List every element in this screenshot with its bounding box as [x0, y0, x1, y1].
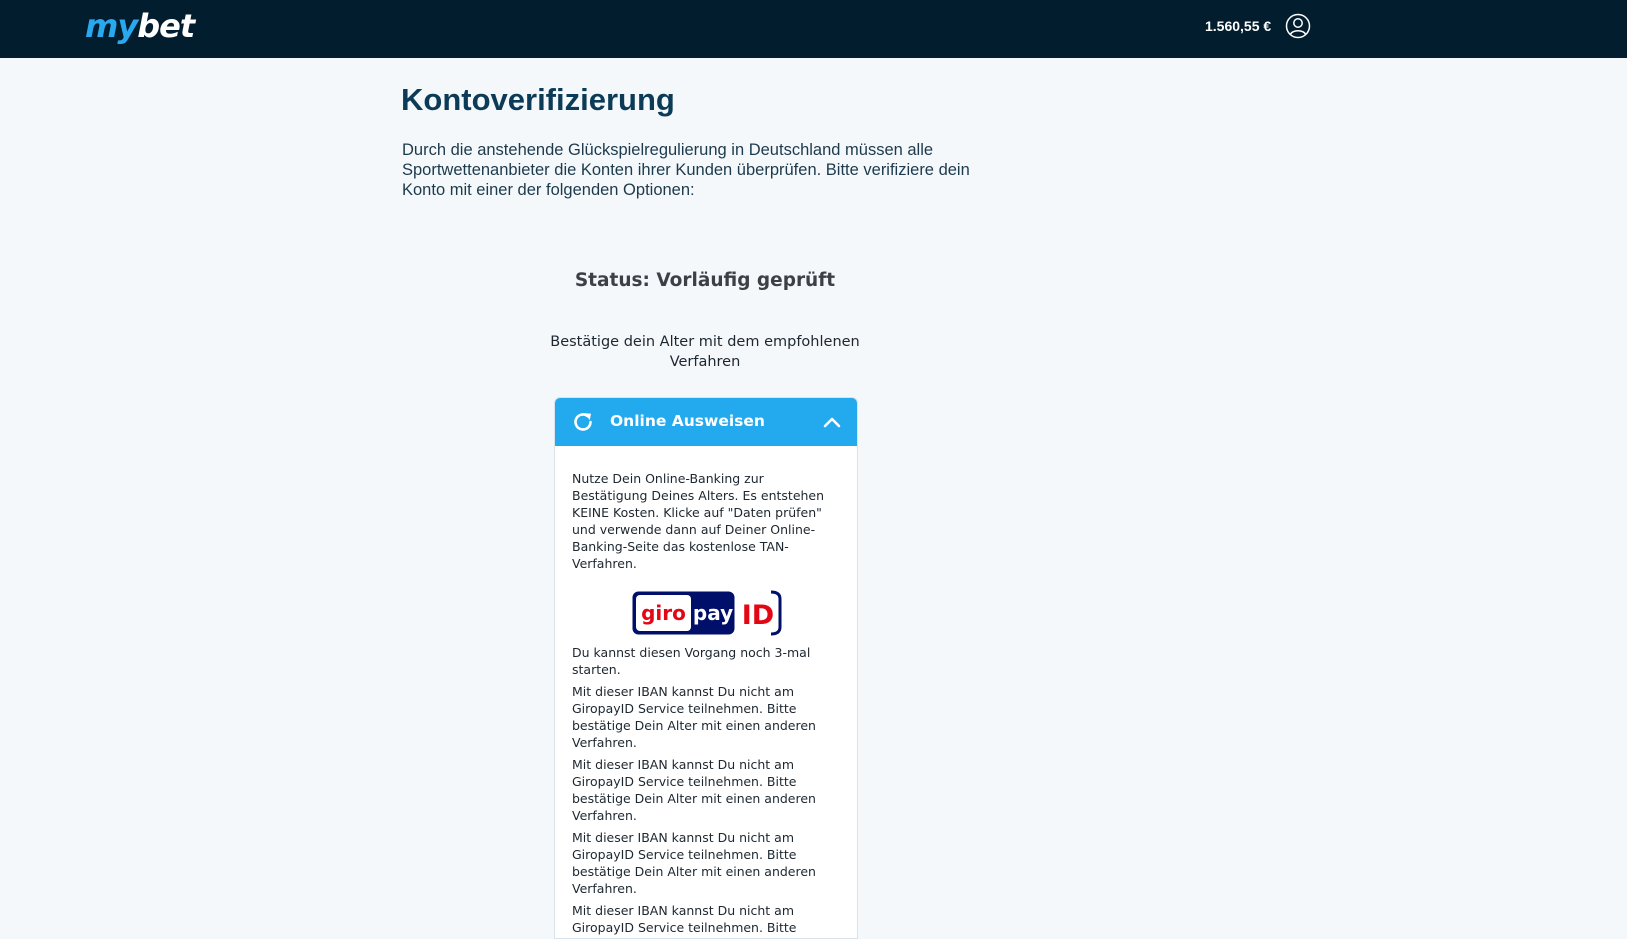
- online-ausweisen-panel: Online Ausweisen Nutze Dein Online-Banki…: [554, 397, 858, 939]
- logo-giro: giro: [641, 601, 686, 625]
- error-message-list: Mit dieser IBAN kannst Du nicht am Girop…: [572, 683, 841, 938]
- card-body: Nutze Dein Online-Banking zur Bestätigun…: [555, 446, 857, 938]
- mybet-logo[interactable]: mybet: [85, 6, 195, 46]
- intro-text: Durch die anstehende Glückspielregulieru…: [402, 141, 970, 199]
- giropay-id-logo: giro pay ID: [632, 590, 781, 636]
- logo-my: my: [85, 7, 138, 45]
- logo-bet: bet: [137, 7, 195, 45]
- error-message: Mit dieser IBAN kannst Du nicht am Girop…: [572, 830, 816, 896]
- logo-pay: pay: [692, 601, 732, 625]
- card-title: Online Ausweisen: [610, 412, 765, 430]
- error-message: Mit dieser IBAN kannst Du nicht am Girop…: [572, 757, 816, 823]
- recommended-method-text: Bestätige dein Alter mit dem empfohlenen…: [550, 334, 860, 370]
- chevron-up-icon[interactable]: [823, 415, 841, 429]
- error-message: Mit dieser IBAN kannst Du nicht am Girop…: [572, 684, 816, 750]
- verification-status: Status: Vorläufig geprüft: [574, 270, 836, 291]
- top-navigation-bar: mybet 1.560,55 €: [0, 0, 1627, 58]
- online-ausweisen-header[interactable]: Online Ausweisen: [555, 398, 857, 446]
- attempts-remaining: Du kannst diesen Vorgang noch 3-mal star…: [572, 645, 811, 677]
- account-balance[interactable]: 1.560,55 €: [1205, 16, 1271, 36]
- online-banking-description: Nutze Dein Online-Banking zur Bestätigun…: [572, 471, 825, 571]
- logo-id: ID: [741, 600, 773, 631]
- user-circle-icon[interactable]: [1285, 13, 1311, 39]
- refresh-icon: [574, 413, 592, 431]
- page-title: Kontoverifizierung: [401, 82, 675, 117]
